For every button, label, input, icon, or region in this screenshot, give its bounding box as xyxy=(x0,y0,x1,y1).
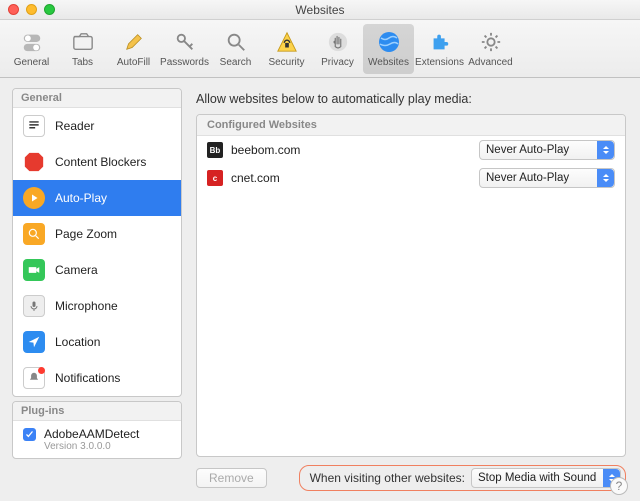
reader-icon xyxy=(23,115,45,137)
tabs-icon xyxy=(70,29,96,55)
window-controls xyxy=(8,4,55,15)
sidebar-item-auto-play[interactable]: Auto-Play xyxy=(13,180,181,216)
notifications-icon xyxy=(23,367,45,389)
sidebar-item-label: Reader xyxy=(55,119,94,133)
minimize-icon[interactable] xyxy=(26,4,37,15)
tab-advanced[interactable]: Advanced xyxy=(465,24,516,74)
other-websites-group: When visiting other websites: Stop Media… xyxy=(299,465,626,491)
site-row[interactable]: Bb beebom.com Never Auto-Play xyxy=(197,136,625,164)
sidebar-item-label: Content Blockers xyxy=(55,155,146,169)
zoom-icon[interactable] xyxy=(44,4,55,15)
puzzle-icon xyxy=(427,29,453,55)
tab-tabs[interactable]: Tabs xyxy=(57,24,108,74)
sidebar-item-notifications[interactable]: Notifications xyxy=(13,360,181,396)
sidebar-item-reader[interactable]: Reader xyxy=(13,108,181,144)
stop-icon xyxy=(23,151,45,173)
help-button[interactable]: ? xyxy=(610,477,628,495)
configured-websites-header: Configured Websites xyxy=(197,115,625,136)
tab-search[interactable]: Search xyxy=(210,24,261,74)
prefs-toolbar: General Tabs AutoFill Passwords Search S… xyxy=(0,20,640,78)
site-name: beebom.com xyxy=(231,143,479,157)
checkbox-icon[interactable] xyxy=(23,428,36,441)
titlebar: Websites xyxy=(0,0,640,20)
bottom-bar: Remove When visiting other websites: Sto… xyxy=(196,465,626,491)
other-websites-label: When visiting other websites: xyxy=(310,471,465,485)
search-icon xyxy=(223,29,249,55)
zoom-icon xyxy=(23,223,45,245)
chevron-updown-icon xyxy=(597,169,614,187)
tab-extensions[interactable]: Extensions xyxy=(414,24,465,74)
tab-autofill[interactable]: AutoFill xyxy=(108,24,159,74)
sidebar-plugins-header: Plug-ins xyxy=(13,402,181,421)
sidebar-general-header: General xyxy=(13,89,181,108)
tab-privacy[interactable]: Privacy xyxy=(312,24,363,74)
sidebar-item-label: Microphone xyxy=(55,299,118,313)
sidebar-item-camera[interactable]: Camera xyxy=(13,252,181,288)
sidebar-item-label: Page Zoom xyxy=(55,227,117,241)
favicon-icon: c xyxy=(207,170,223,186)
sidebar-item-content-blockers[interactable]: Content Blockers xyxy=(13,144,181,180)
sidebar-item-label: Camera xyxy=(55,263,98,277)
sidebar-item-label: Location xyxy=(55,335,100,349)
site-policy-dropdown[interactable]: Never Auto-Play xyxy=(479,140,615,160)
sidebar: General Reader Content Blockers Auto-Pla… xyxy=(0,78,182,501)
sidebar-item-page-zoom[interactable]: Page Zoom xyxy=(13,216,181,252)
sidebar-general-panel: General Reader Content Blockers Auto-Pla… xyxy=(12,88,182,397)
plugin-item[interactable]: AdobeAAMDetect Version 3.0.0.0 xyxy=(13,421,181,458)
gear-icon xyxy=(478,29,504,55)
content-area: General Reader Content Blockers Auto-Pla… xyxy=(0,78,640,501)
key-icon xyxy=(172,29,198,55)
location-icon xyxy=(23,331,45,353)
sidebar-plugins-panel: Plug-ins AdobeAAMDetect Version 3.0.0.0 xyxy=(12,401,182,459)
tab-passwords[interactable]: Passwords xyxy=(159,24,210,74)
window-title: Websites xyxy=(295,3,344,17)
lock-icon xyxy=(274,29,300,55)
microphone-icon xyxy=(23,295,45,317)
close-icon[interactable] xyxy=(8,4,19,15)
site-name: cnet.com xyxy=(231,171,479,185)
sidebar-item-label: Notifications xyxy=(55,371,120,385)
tab-security[interactable]: Security xyxy=(261,24,312,74)
favicon-icon: Bb xyxy=(207,142,223,158)
main-panel: Allow websites below to automatically pl… xyxy=(182,78,640,501)
sidebar-item-label: Auto-Play xyxy=(55,191,107,205)
camera-icon xyxy=(23,259,45,281)
configured-websites-box: Configured Websites Bb beebom.com Never … xyxy=(196,114,626,457)
sidebar-item-microphone[interactable]: Microphone xyxy=(13,288,181,324)
remove-button[interactable]: Remove xyxy=(196,468,267,488)
hand-icon xyxy=(325,29,351,55)
pencil-icon xyxy=(121,29,147,55)
tab-general[interactable]: General xyxy=(6,24,57,74)
play-icon xyxy=(23,187,45,209)
chevron-updown-icon xyxy=(597,141,614,159)
sidebar-item-location[interactable]: Location xyxy=(13,324,181,360)
plugin-version: Version 3.0.0.0 xyxy=(44,441,139,452)
globe-icon xyxy=(376,29,402,55)
site-policy-dropdown[interactable]: Never Auto-Play xyxy=(479,168,615,188)
main-heading: Allow websites below to automatically pl… xyxy=(196,92,626,106)
tab-websites[interactable]: Websites xyxy=(363,24,414,74)
site-row[interactable]: c cnet.com Never Auto-Play xyxy=(197,164,625,192)
other-websites-dropdown[interactable]: Stop Media with Sound xyxy=(471,468,621,488)
switch-icon xyxy=(19,29,45,55)
plugin-name: AdobeAAMDetect xyxy=(44,427,139,441)
